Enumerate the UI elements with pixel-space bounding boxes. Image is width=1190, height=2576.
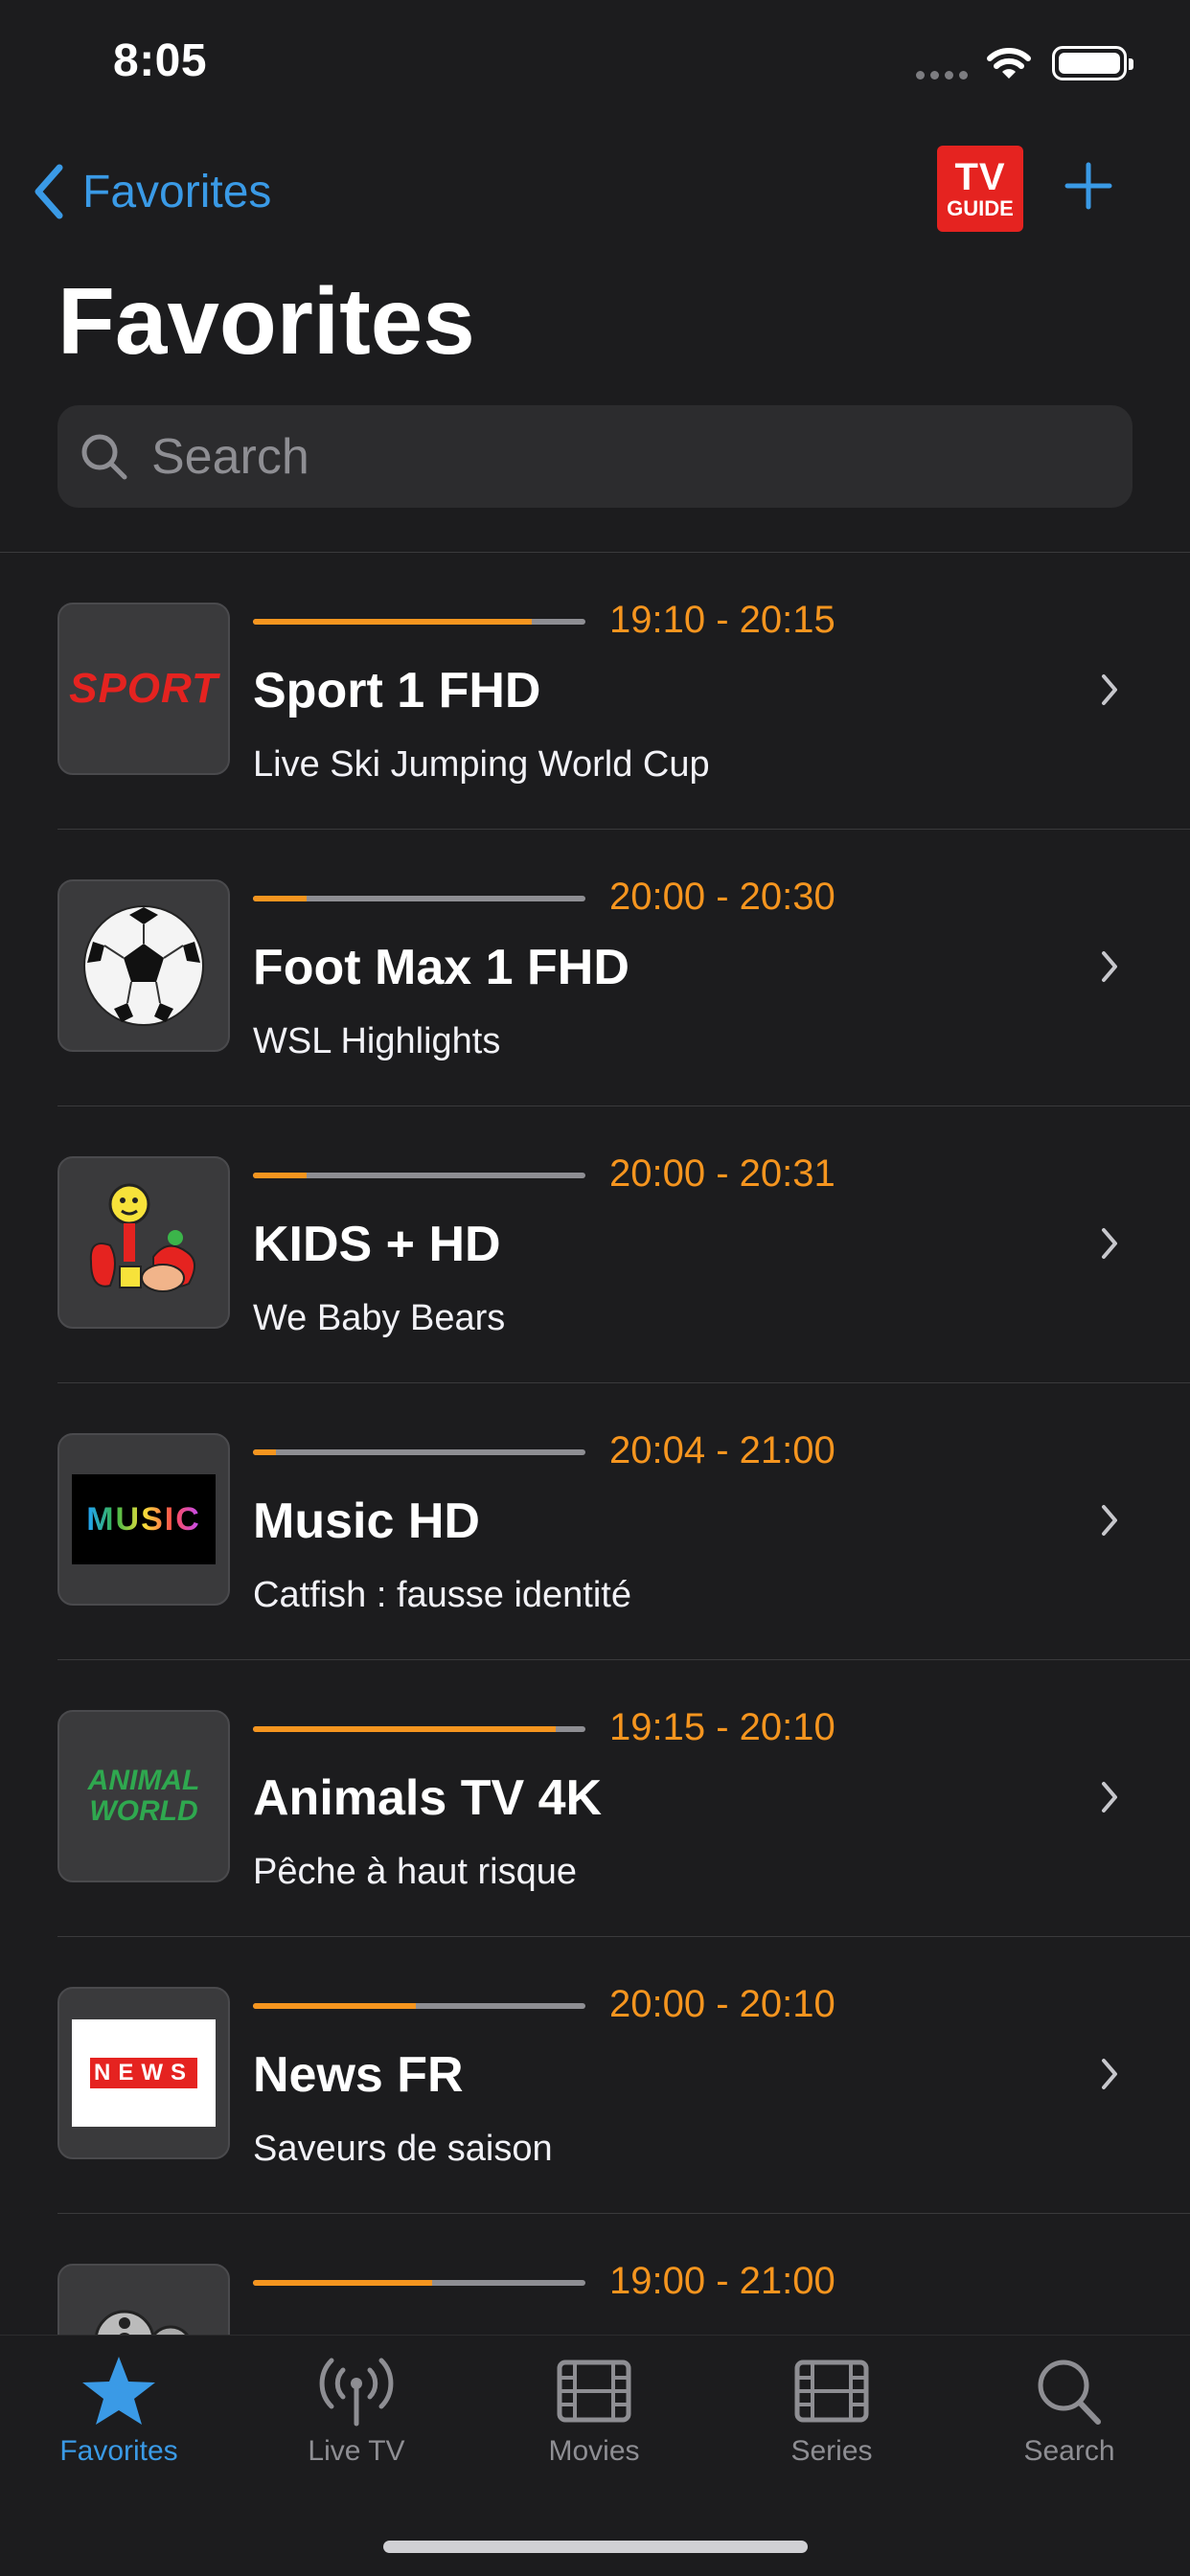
- chevron-right-icon: [1102, 2059, 1117, 2089]
- tab-series[interactable]: Series: [713, 2336, 950, 2498]
- channel-logo: SPORT: [57, 603, 230, 775]
- home-indicator: [383, 2541, 808, 2553]
- program-progress-bar: [253, 1726, 585, 1732]
- tab-label: Search: [1023, 2435, 1115, 2467]
- page-title: Favorites: [57, 268, 475, 374]
- back-button-label: Favorites: [82, 166, 272, 217]
- status-bar: 8:05: [0, 0, 1190, 134]
- film-icon: [557, 2359, 631, 2423]
- tv-guide-logo-line1: TV: [954, 156, 1006, 198]
- news-logo-text: NEWS: [90, 2058, 197, 2088]
- channel-row[interactable]: SPORT 19:10 - 20:15 Sport 1 FHD Live Ski…: [0, 553, 1190, 830]
- music-logo-text: MUSIC: [86, 1500, 201, 1538]
- channel-row[interactable]: NEWS 20:00 - 20:10 News FR Saveurs de sa…: [0, 1937, 1190, 2214]
- channel-list[interactable]: SPORT 19:10 - 20:15 Sport 1 FHD Live Ski…: [0, 553, 1190, 2335]
- wifi-icon: [987, 48, 1031, 79]
- program-progress-bar: [253, 2003, 585, 2009]
- program-progress-bar: [253, 2280, 585, 2286]
- channel-name: News FR: [253, 2047, 464, 2103]
- search-field[interactable]: [57, 405, 1133, 508]
- search-icon: [81, 434, 127, 479]
- channel-logo: ANIMAL WORLD: [57, 1710, 230, 1882]
- program-time: 20:00 - 20:30: [609, 876, 835, 918]
- status-time: 8:05: [113, 35, 208, 86]
- program-title: Live Ski Jumping World Cup: [253, 744, 710, 785]
- program-time: 19:00 - 21:00: [609, 2260, 835, 2302]
- channel-logo: NEWS: [57, 1987, 230, 2159]
- film-reel-icon: [95, 2310, 189, 2335]
- program-title: WSL Highlights: [253, 1021, 501, 1061]
- news-logo: NEWS: [72, 2019, 216, 2127]
- program-progress-bar: [253, 1173, 585, 1178]
- soccer-ball-icon: [83, 905, 204, 1026]
- star-icon: [82, 2357, 155, 2425]
- tab-label: Movies: [548, 2435, 640, 2467]
- search-input[interactable]: [149, 426, 1016, 487]
- program-time: 20:04 - 21:00: [609, 1429, 835, 1471]
- program-title: Pêche à haut risque: [253, 1852, 578, 1892]
- program-progress-bar: [253, 619, 585, 625]
- channel-name: Sport 1 FHD: [253, 663, 541, 718]
- channel-logo: MUSIC: [57, 1433, 230, 1606]
- add-icon[interactable]: [1060, 157, 1117, 215]
- tv-guide-logo-line2: GUIDE: [947, 196, 1014, 220]
- animal-world-logo: ANIMAL WORLD: [87, 1765, 200, 1827]
- channel-row[interactable]: ANIMAL WORLD 19:15 - 20:10 Animals TV 4K…: [0, 1660, 1190, 1937]
- back-button[interactable]: Favorites: [33, 153, 271, 230]
- channel-name: Animals TV 4K: [253, 1770, 603, 1826]
- sport-logo: SPORT: [69, 665, 218, 712]
- channel-row[interactable]: 20:00 - 20:31 KIDS + HD We Baby Bears: [0, 1106, 1190, 1383]
- tab-favorites[interactable]: Favorites: [0, 2336, 238, 2498]
- battery-icon: [1052, 46, 1133, 80]
- program-title: Saveurs de saison: [253, 2129, 553, 2169]
- channel-logo: [57, 1156, 230, 1329]
- tab-live-tv[interactable]: Live TV: [238, 2336, 475, 2498]
- program-time: 20:00 - 20:31: [609, 1152, 835, 1195]
- chevron-right-icon: [1102, 1228, 1117, 1259]
- channel-logo: [57, 2264, 230, 2335]
- tv-guide-button[interactable]: TV GUIDE: [937, 146, 1023, 232]
- music-logo: MUSIC: [72, 1474, 216, 1564]
- program-progress-bar: [253, 896, 585, 901]
- channel-name: KIDS + HD: [253, 1217, 501, 1272]
- program-time: 19:10 - 20:15: [609, 599, 835, 641]
- tab-movies[interactable]: Movies: [475, 2336, 713, 2498]
- antenna-icon: [319, 2358, 394, 2427]
- program-time: 19:15 - 20:10: [609, 1706, 835, 1748]
- channel-row[interactable]: 19:00 - 21:00: [0, 2214, 1190, 2335]
- chevron-left-icon: [34, 164, 63, 219]
- tab-search[interactable]: Search: [950, 2336, 1188, 2498]
- program-progress-bar: [253, 1449, 585, 1455]
- kids-cartoon-icon: [89, 1183, 195, 1292]
- program-time: 20:00 - 20:10: [609, 1983, 835, 2025]
- search-icon: [1038, 2359, 1101, 2425]
- channel-name: Music HD: [253, 1493, 480, 1549]
- channel-row[interactable]: MUSIC 20:04 - 21:00 Music HD Catfish : f…: [0, 1383, 1190, 1660]
- channel-row[interactable]: 20:00 - 20:30 Foot Max 1 FHD WSL Highlig…: [0, 830, 1190, 1106]
- cellular-signal-icon: [916, 71, 968, 80]
- tab-bar: Favorites Live TV Movies Series Search: [0, 2335, 1190, 2576]
- tab-label: Live TV: [308, 2435, 405, 2467]
- tab-label: Favorites: [59, 2435, 178, 2467]
- chevron-right-icon: [1102, 674, 1117, 705]
- channel-logo: [57, 879, 230, 1052]
- film-icon: [794, 2359, 869, 2423]
- chevron-right-icon: [1102, 951, 1117, 982]
- chevron-right-icon: [1102, 1782, 1117, 1812]
- program-title: We Baby Bears: [253, 1298, 506, 1338]
- tab-label: Series: [790, 2435, 873, 2467]
- chevron-right-icon: [1102, 1505, 1117, 1536]
- program-title: Catfish : fausse identité: [253, 1575, 631, 1615]
- channel-name: Foot Max 1 FHD: [253, 940, 629, 995]
